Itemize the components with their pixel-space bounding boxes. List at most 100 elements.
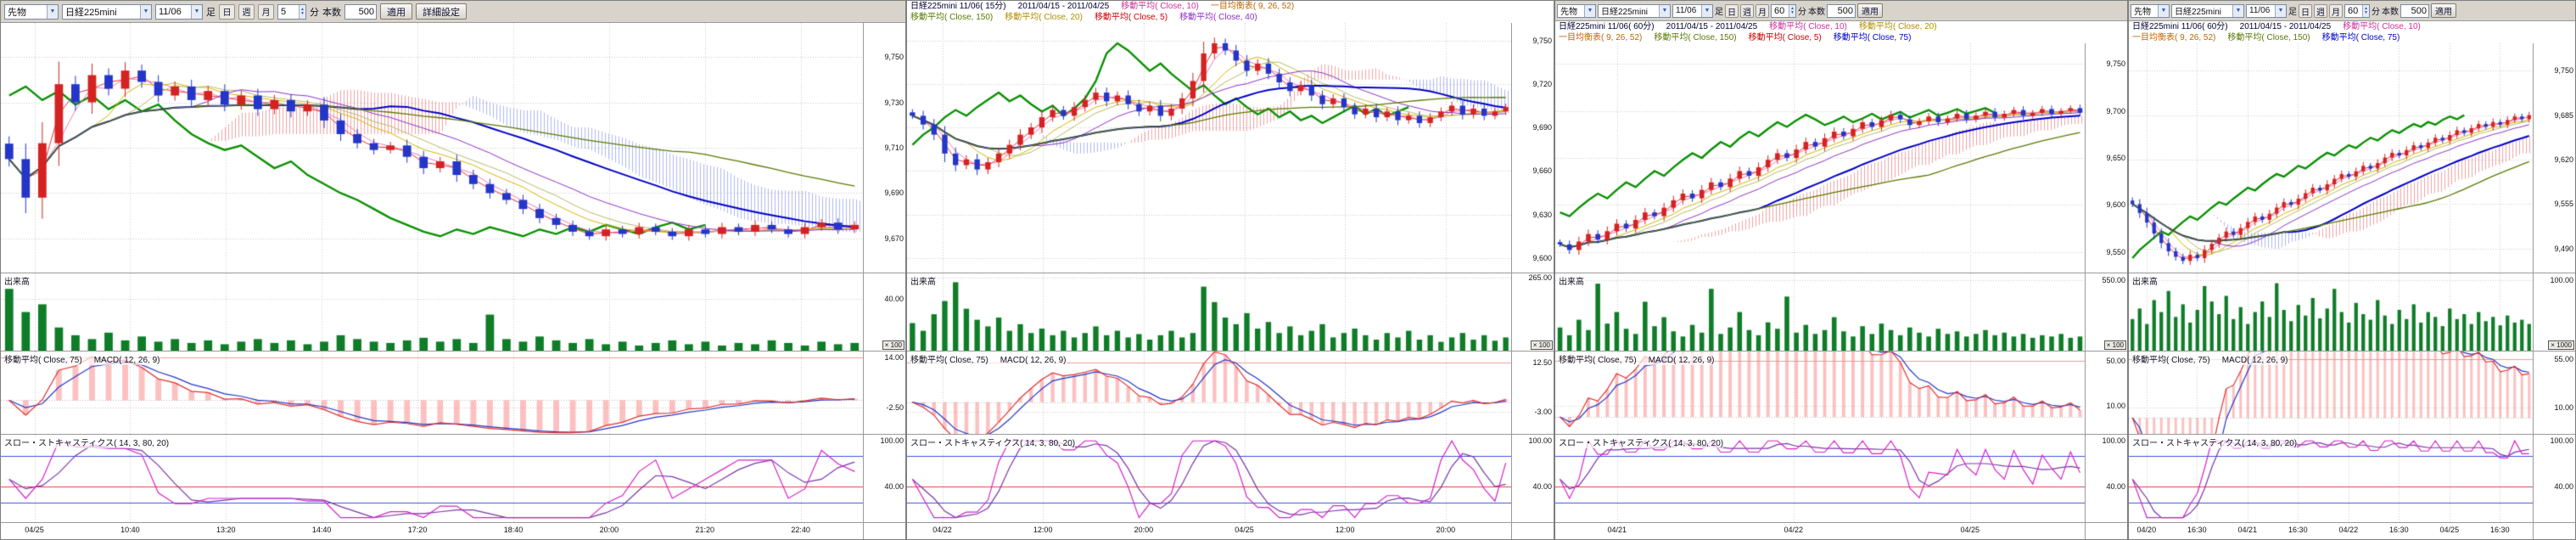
chart-toolbar: 先物 ▼ 日経225mini ▼ 11/06 ▼ 足 日 週 月 5 ▲▼ 分 … bbox=[1, 1, 905, 23]
indicator-label: 移動平均( Close, 20) bbox=[1005, 12, 1083, 23]
price-chart-section: 9,7509,7009,6509,6009,550 bbox=[1555, 43, 2127, 273]
macd-section-label: 移動平均( Close, 75)MACD( 12, 26, 9) bbox=[4, 352, 160, 365]
volume-section-label: 出来高 bbox=[1559, 274, 1584, 287]
bar-count-label: 本数 bbox=[322, 5, 341, 19]
time-axis-label: 10:40 bbox=[120, 526, 140, 534]
bar-count-label: 本数 bbox=[1808, 4, 1825, 17]
macd-section-label: 移動平均( Close, 75)MACD( 12, 26, 9) bbox=[2132, 352, 2288, 365]
bar-count-input[interactable] bbox=[2400, 4, 2429, 18]
bar-day-button[interactable]: 日 bbox=[1725, 4, 1739, 18]
axis-tick-label: 100.00 bbox=[2550, 276, 2573, 284]
bar-count-input[interactable] bbox=[344, 4, 377, 20]
minutes-stepper[interactable]: 5 ▲▼ bbox=[277, 4, 306, 20]
indicator-label: 一目均衡表( 9, 26, 52) bbox=[1559, 32, 1642, 43]
bar-week-button[interactable]: 週 bbox=[238, 4, 255, 20]
stochastics-section: スロー・ストキャスティクス( 14, 3, 80, 20) 100.0040.0… bbox=[2129, 434, 2575, 522]
volume-chart-canvas[interactable] bbox=[1555, 273, 2085, 351]
axis-tick-label: 9,630 bbox=[1532, 211, 1552, 219]
stochastics-section: スロー・ストキャスティクス( 14, 3, 80, 20) 100.0040.0… bbox=[907, 434, 1554, 522]
bar-month-button[interactable]: 月 bbox=[1756, 4, 1769, 18]
stochastics-section-label: スロー・ストキャスティクス( 14, 3, 80, 20) bbox=[910, 436, 1075, 448]
time-axis-label: 16:30 bbox=[2389, 526, 2409, 534]
symbol-select[interactable]: 日経225mini ▼ bbox=[62, 4, 152, 20]
time-axis-label: 21:20 bbox=[695, 526, 714, 534]
bar-day-button[interactable]: 日 bbox=[2299, 4, 2312, 18]
axis-tick-label: 9,685 bbox=[2554, 111, 2573, 120]
symbol-select[interactable]: 日経225mini ▼ bbox=[2171, 4, 2244, 18]
settings-button[interactable]: 詳細設定 bbox=[416, 3, 467, 20]
price-axis: 9,7509,6859,6209,5559,490 bbox=[2533, 43, 2575, 273]
indicator-label: 2011/04/15 - 2011/04/25 bbox=[1018, 1, 1110, 12]
minutes-stepper[interactable]: 60 ▲▼ bbox=[2344, 4, 2370, 18]
axis-tick-label: 265.00 bbox=[1528, 273, 1552, 282]
volume-chart-canvas[interactable] bbox=[907, 273, 1511, 351]
volume-section-label: 出来高 bbox=[910, 274, 936, 287]
axis-tick-label: 9,750 bbox=[884, 53, 904, 61]
chevron-down-icon[interactable]: ▼ bbox=[47, 5, 58, 19]
chevron-down-icon[interactable]: ▼ bbox=[191, 5, 202, 19]
chevron-down-icon[interactable]: ▼ bbox=[1584, 5, 1595, 17]
time-axis-label: 16:30 bbox=[2187, 526, 2207, 534]
chevron-down-icon[interactable]: ▼ bbox=[2275, 5, 2286, 17]
volume-section-label: 出来高 bbox=[4, 274, 30, 287]
symbol-value: 日経225mini bbox=[2175, 4, 2221, 17]
stochastics-axis: 100.0040.00 bbox=[863, 435, 905, 522]
instrument-category-select[interactable]: 先物 ▼ bbox=[2131, 4, 2170, 18]
indicator-label: 日経225mini 11/06( 15分) bbox=[910, 1, 1006, 12]
price-chart-canvas[interactable] bbox=[907, 23, 1511, 273]
price-chart-canvas[interactable] bbox=[1555, 43, 2085, 273]
bar-month-button[interactable]: 月 bbox=[258, 4, 274, 20]
indicator-label: 移動平均( Close, 40) bbox=[1179, 12, 1257, 23]
bar-day-button[interactable]: 日 bbox=[219, 4, 235, 20]
chevron-down-icon[interactable]: ▼ bbox=[2158, 5, 2169, 17]
time-axis-label: 17:20 bbox=[408, 526, 428, 534]
volume-chart-canvas[interactable] bbox=[2129, 273, 2533, 351]
price-chart-canvas[interactable] bbox=[2129, 43, 2533, 273]
axis-tick-label: 100.00 bbox=[2550, 436, 2573, 445]
contract-month-select[interactable]: 11/06 ▼ bbox=[155, 4, 203, 20]
chart-title-row: 日経225mini 11/06( 60分)2011/04/15 - 2011/0… bbox=[1555, 21, 2127, 32]
instrument-category-select[interactable]: 先物 ▼ bbox=[1557, 4, 1596, 18]
chevron-down-icon[interactable]: ▼ bbox=[2232, 5, 2243, 17]
apply-button[interactable]: 適用 bbox=[1857, 3, 1883, 18]
apply-button[interactable]: 適用 bbox=[2431, 3, 2456, 18]
chevron-down-icon[interactable]: ▼ bbox=[140, 5, 151, 19]
instrument-category-select[interactable]: 先物 ▼ bbox=[4, 4, 59, 20]
axis-tick-label: 100.00 bbox=[2102, 436, 2125, 445]
contract-month-select[interactable]: 11/06 ▼ bbox=[2246, 4, 2287, 18]
bar-month-button[interactable]: 月 bbox=[2329, 4, 2343, 18]
bar-count-input[interactable] bbox=[1827, 4, 1856, 18]
volume-chart-canvas[interactable] bbox=[1, 273, 863, 351]
chart-title-row: 一目均衡表( 9, 26, 52)移動平均( Close, 150)移動平均( … bbox=[1555, 32, 2127, 43]
price-chart-canvas[interactable] bbox=[1, 23, 863, 273]
spinner-arrows-icon[interactable]: ▲▼ bbox=[1789, 5, 1795, 17]
spinner-arrows-icon[interactable]: ▲▼ bbox=[2362, 5, 2369, 17]
bar-week-button[interactable]: 週 bbox=[2314, 4, 2327, 18]
time-axis: 04/2510:4013:2014:4017:2018:4020:0021:20… bbox=[1, 522, 905, 539]
chevron-down-icon[interactable]: ▼ bbox=[1659, 5, 1670, 17]
axis-tick-label: 100.00 bbox=[880, 436, 904, 445]
symbol-select[interactable]: 日経225mini ▼ bbox=[1598, 4, 1671, 18]
minutes-stepper[interactable]: 60 ▲▼ bbox=[1771, 4, 1796, 18]
axis-tick-label: 9,710 bbox=[884, 143, 904, 152]
time-axis-label: 04/21 bbox=[2238, 526, 2258, 534]
volume-unit-label: × 1000 bbox=[2548, 340, 2574, 350]
spinner-arrows-icon[interactable]: ▲▼ bbox=[299, 5, 305, 19]
axis-tick-label: 40.00 bbox=[2554, 482, 2573, 491]
indicator-label: 移動平均( Close, 20) bbox=[1859, 21, 1937, 32]
apply-button[interactable]: 適用 bbox=[380, 3, 412, 20]
axis-tick-label: 9,620 bbox=[2554, 155, 2573, 164]
axis-corner bbox=[2085, 523, 2127, 539]
chevron-down-icon[interactable]: ▼ bbox=[1701, 5, 1712, 17]
contract-month-select[interactable]: 11/06 ▼ bbox=[1672, 4, 1713, 18]
indicator-label: 日経225mini 11/06( 60分) bbox=[2132, 21, 2228, 32]
time-axis-label: 20:00 bbox=[1436, 526, 1456, 534]
chart-title-row: 日経225mini 11/06( 15分) 2011/04/15 - 2011/0… bbox=[907, 1, 1554, 12]
axis-tick-label: 9,600 bbox=[2106, 200, 2125, 209]
chart-panel-4: 先物 ▼ 日経225mini ▼ 11/06 ▼ 足 日 週 月 60 ▲▼ 分… bbox=[2128, 0, 2576, 540]
macd-section-label: 移動平均( Close, 75)MACD( 12, 26, 9) bbox=[1559, 352, 1715, 365]
minutes-value: 60 bbox=[2348, 6, 2358, 16]
axis-tick-label: 9,550 bbox=[2106, 248, 2125, 256]
contract-month-value: 11/06 bbox=[1676, 6, 1696, 15]
bar-week-button[interactable]: 週 bbox=[1740, 4, 1754, 18]
